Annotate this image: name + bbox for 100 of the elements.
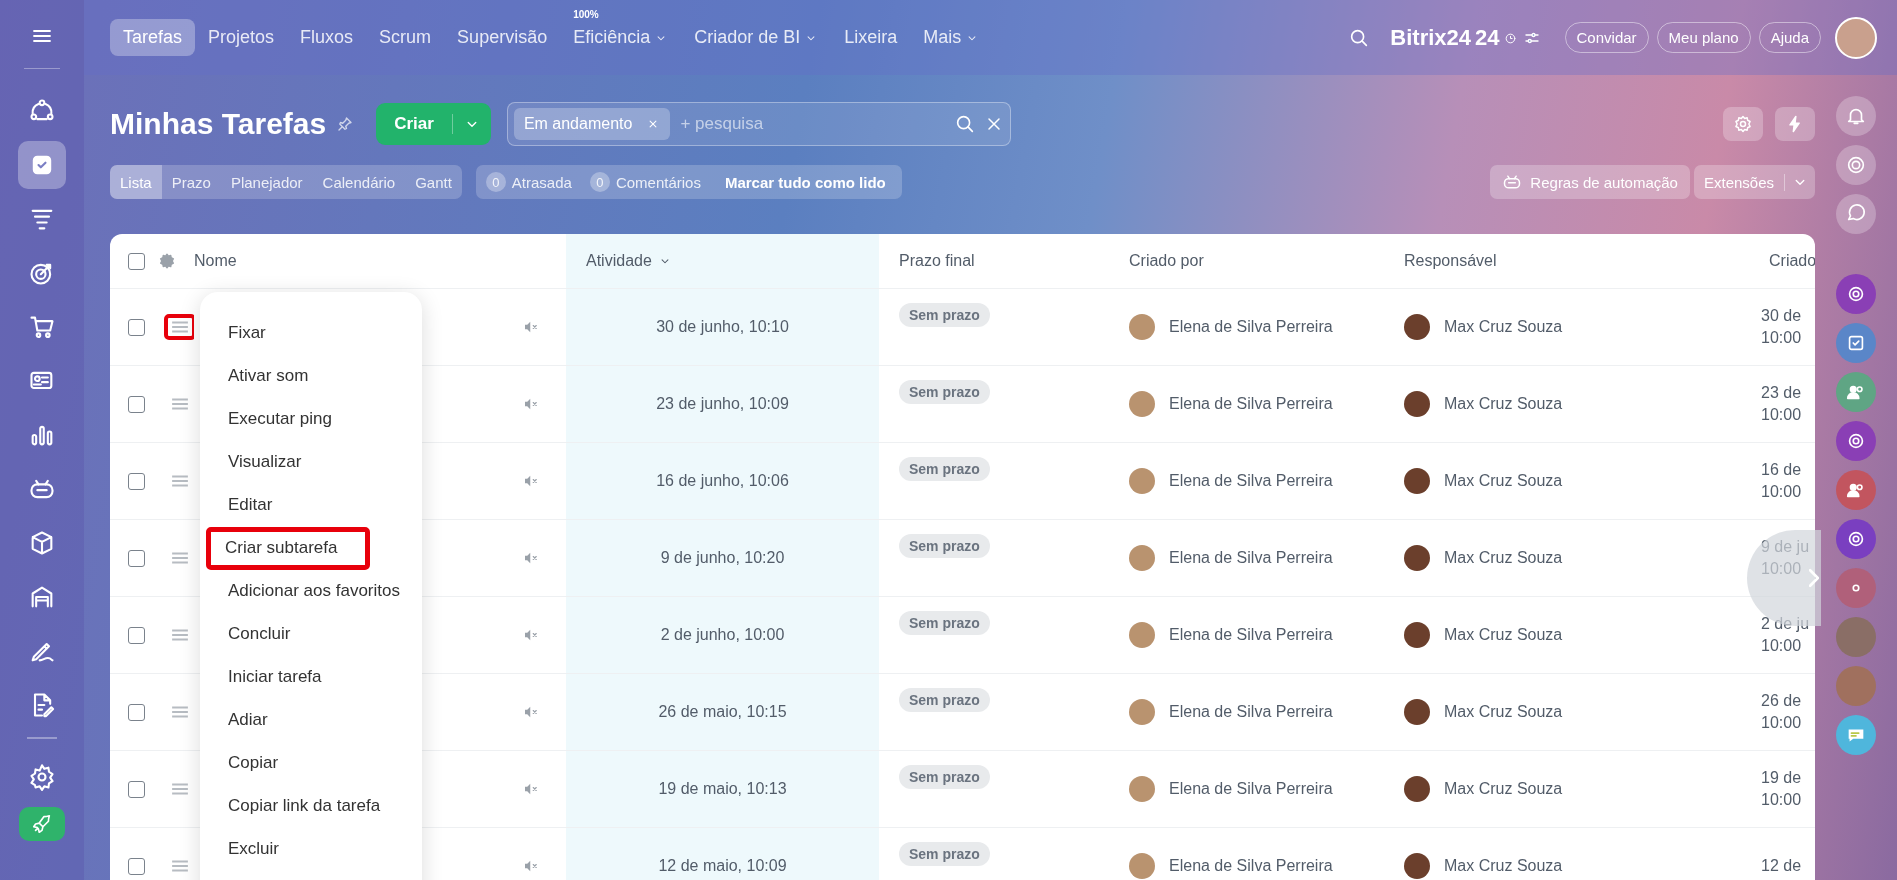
menu-item[interactable]: Visualizar: [206, 441, 315, 484]
deadline-badge: Sem prazo: [899, 380, 990, 404]
user-avatar: [1404, 391, 1430, 417]
deadline-badge: Sem prazo: [899, 842, 990, 866]
deadline-badge: Sem prazo: [899, 611, 990, 635]
responsible-name[interactable]: Max Cruz Souza: [1444, 780, 1563, 798]
menu-item[interactable]: Copiar link da tarefa: [206, 785, 394, 828]
rocket-icon: [31, 813, 53, 835]
created-date: 2 de ju: [1761, 614, 1810, 635]
menu-item[interactable]: Editar: [206, 484, 286, 527]
created-time: 10:00: [1761, 328, 1802, 348]
created-time: 10:00: [1761, 790, 1802, 810]
user-avatar[interactable]: [1835, 16, 1877, 59]
creator-name[interactable]: Elena de Silva Perreira: [1169, 857, 1333, 875]
deadline-badge: Sem prazo: [899, 765, 990, 789]
activity-date: 19 de maio, 10:13: [658, 780, 787, 798]
column-header[interactable]: Nome: [194, 252, 237, 270]
settings-icon[interactable]: [28, 763, 56, 791]
activity-date: 16 de junho, 10:06: [656, 472, 789, 490]
settings-icon[interactable]: [158, 252, 176, 270]
created-date: 16 de: [1761, 460, 1802, 481]
column-header[interactable]: Criado por: [1129, 252, 1204, 270]
row-checkbox[interactable]: [128, 472, 145, 490]
responsible-name[interactable]: Max Cruz Souza: [1444, 626, 1563, 644]
row-menu-handle[interactable]: [164, 314, 194, 340]
chat-avatar[interactable]: [1836, 421, 1876, 461]
menu-item[interactable]: Adicionar aos favoritos: [206, 570, 413, 613]
nav-tab[interactable]: Fluxos: [287, 19, 367, 56]
settings-icon: [1733, 114, 1753, 134]
responsible-name[interactable]: Max Cruz Souza: [1444, 318, 1563, 336]
chat-avatar[interactable]: [1836, 372, 1876, 412]
handle-icon: [171, 629, 189, 641]
responsible-name[interactable]: Max Cruz Souza: [1444, 549, 1563, 567]
activity-date: 30 de junho, 10:10: [656, 318, 789, 336]
nav-tab[interactable]: Lixeira: [831, 19, 911, 56]
user-avatar: [1129, 468, 1155, 494]
handle-icon: [171, 860, 189, 872]
nav-tab[interactable]: Criador de BI: [681, 19, 832, 56]
percent-label: 100%: [573, 9, 599, 21]
menu-item[interactable]: Fixar: [206, 312, 279, 355]
creator-name[interactable]: Elena de Silva Perreira: [1169, 395, 1333, 413]
chat-avatar[interactable]: [1836, 519, 1876, 559]
row-checkbox[interactable]: [128, 318, 145, 336]
row-checkbox[interactable]: [128, 549, 145, 567]
deadline-badge: Sem prazo: [899, 457, 990, 481]
user-avatar: [1129, 853, 1155, 879]
chat-avatar[interactable]: [1836, 274, 1876, 314]
row-checkbox[interactable]: [128, 395, 145, 413]
select-all-checkbox[interactable]: [128, 252, 145, 270]
menu-item[interactable]: Concluir: [206, 613, 304, 656]
menu-item[interactable]: Executar ping: [206, 398, 345, 441]
column-header[interactable]: Responsável: [1404, 252, 1497, 270]
user-avatar: [1129, 545, 1155, 571]
created-date: 30 de: [1761, 306, 1802, 327]
creator-name[interactable]: Elena de Silva Perreira: [1169, 703, 1333, 721]
user-avatar: [1129, 391, 1155, 417]
column-header[interactable]: Atividade: [586, 252, 672, 270]
deadline-badge: Sem prazo: [899, 534, 990, 558]
deadline-badge: Sem prazo: [899, 688, 990, 712]
column-header[interactable]: Criado: [1769, 252, 1815, 270]
row-checkbox[interactable]: [128, 857, 145, 875]
row-checkbox[interactable]: [128, 703, 145, 721]
user-avatar: [1404, 468, 1430, 494]
row-checkbox[interactable]: [128, 780, 145, 798]
creator-name[interactable]: Elena de Silva Perreira: [1169, 780, 1333, 798]
row-checkbox[interactable]: [128, 626, 145, 644]
lightning-button[interactable]: [1775, 107, 1815, 141]
creator-name[interactable]: Elena de Silva Perreira: [1169, 549, 1333, 567]
brand-suffix: 24: [1475, 24, 1500, 51]
nav-tab[interactable]: Scrum: [366, 19, 445, 56]
creator-name[interactable]: Elena de Silva Perreira: [1169, 318, 1333, 336]
creator-name[interactable]: Elena de Silva Perreira: [1169, 626, 1333, 644]
handle-icon: [171, 475, 189, 487]
nav-tab[interactable]: Projetos: [195, 19, 288, 56]
chat-avatar[interactable]: [1836, 715, 1876, 755]
menu-item[interactable]: Excluir: [206, 828, 292, 871]
handle-icon: [171, 783, 189, 795]
counter-badge: 0: [589, 172, 610, 192]
settings-button[interactable]: [1723, 107, 1763, 141]
pin-icon[interactable]: [336, 115, 355, 133]
menu-item[interactable]: Criar subtarefa: [206, 527, 371, 570]
menu-item[interactable]: Copiar: [206, 742, 292, 785]
clock-icon: [1503, 31, 1517, 45]
menu-item[interactable]: Iniciar tarefa: [206, 656, 335, 699]
created-time: 10:00: [1761, 713, 1802, 733]
column-header[interactable]: Prazo final: [899, 252, 975, 270]
responsible-name[interactable]: Max Cruz Souza: [1444, 395, 1563, 413]
nav-tab[interactable]: Supervisão: [444, 19, 561, 56]
responsible-name[interactable]: Max Cruz Souza: [1444, 857, 1563, 875]
user-avatar: [1404, 699, 1430, 725]
menu-item[interactable]: Ativar som: [206, 355, 322, 398]
responsible-name[interactable]: Max Cruz Souza: [1444, 472, 1563, 490]
activity-date: 2 de junho, 10:00: [660, 626, 785, 644]
nav-tab[interactable]: Eficiência: [560, 19, 682, 56]
rocket-button[interactable]: [19, 807, 65, 841]
creator-name[interactable]: Elena de Silva Perreira: [1169, 472, 1333, 490]
responsible-name[interactable]: Max Cruz Souza: [1444, 703, 1563, 721]
chat-avatar[interactable]: [1836, 323, 1876, 363]
chat-avatar[interactable]: [1836, 470, 1876, 510]
menu-item[interactable]: Adiar: [206, 699, 281, 742]
